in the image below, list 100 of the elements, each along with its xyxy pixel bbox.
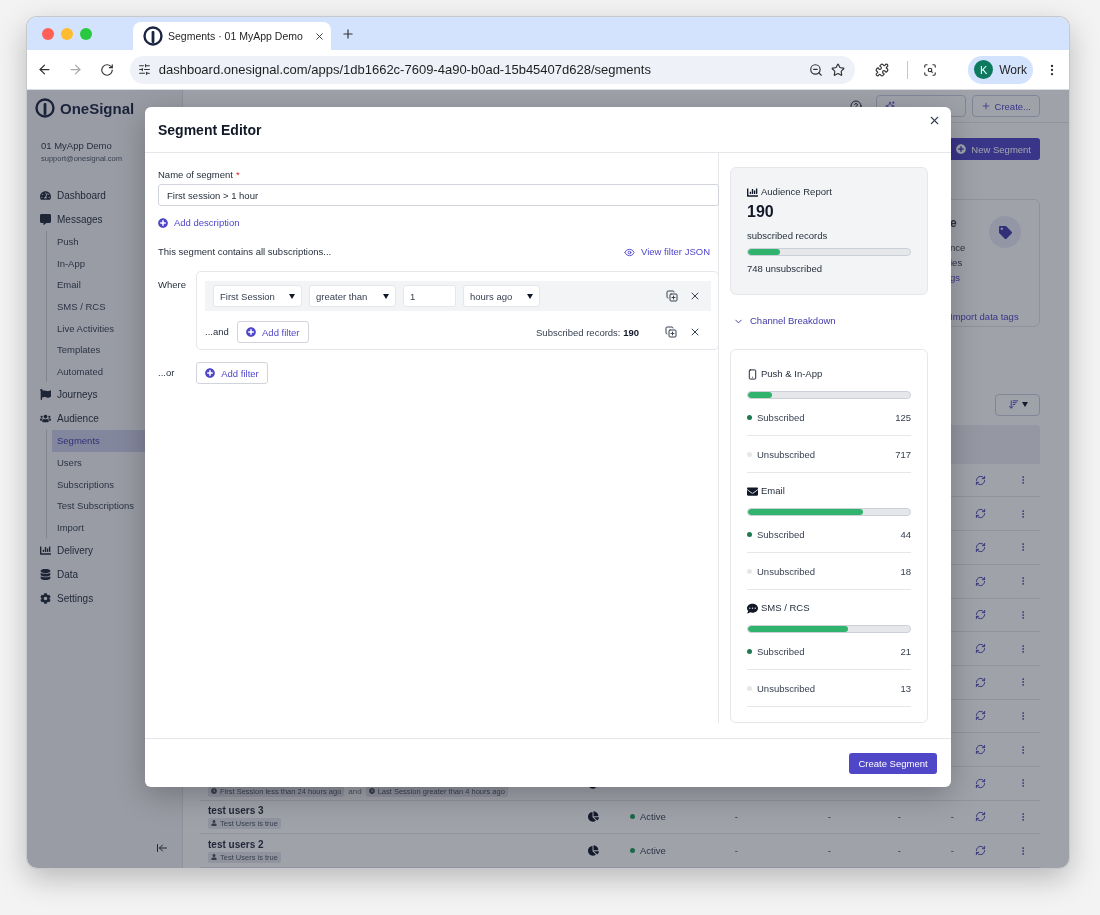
- card-text: e: [950, 216, 958, 232]
- remove-icon[interactable]: [689, 290, 701, 302]
- refresh-icon[interactable]: [974, 643, 986, 655]
- joiner-text: and: [348, 786, 362, 796]
- refresh-icon[interactable]: [974, 744, 986, 756]
- refresh-icon[interactable]: [974, 508, 986, 520]
- total-caption: subscribed records: [747, 229, 829, 243]
- refresh-icon[interactable]: [974, 474, 986, 486]
- channel-breakdown-toggle[interactable]: Channel Breakdown: [730, 314, 928, 328]
- person-icon: [211, 854, 217, 861]
- legend-count: 21: [900, 645, 911, 657]
- view-json-link[interactable]: View filter JSON: [624, 245, 710, 259]
- plus-icon: [980, 101, 991, 112]
- new-tab-icon[interactable]: [341, 26, 355, 41]
- add-description-link[interactable]: Add description: [158, 216, 240, 230]
- channel-name: SMS / RCS: [761, 601, 810, 615]
- close-window-icon[interactable]: [42, 27, 54, 40]
- table-cell-text: -: [949, 845, 954, 857]
- value-field[interactable]: 1: [403, 285, 456, 307]
- operator-select[interactable]: greater than: [309, 285, 396, 307]
- refresh-icon[interactable]: [974, 811, 986, 823]
- duplicate-icon[interactable]: [665, 326, 677, 338]
- bar-chart-icon: [40, 544, 51, 556]
- nav-item[interactable]: Journeys: [27, 382, 182, 407]
- refresh-icon[interactable]: [974, 710, 986, 722]
- table-cell-text: -: [949, 811, 954, 823]
- create-button[interactable]: Create...: [971, 95, 1040, 118]
- duplicate-icon[interactable]: [666, 290, 678, 302]
- profile-button[interactable]: K Work: [968, 55, 1034, 84]
- legend-count: 717: [895, 448, 911, 460]
- subscribed-total: 190: [747, 202, 775, 222]
- zoom-out-icon[interactable]: [809, 62, 824, 77]
- nav-item[interactable]: Delivery: [27, 538, 182, 563]
- card-link[interactable]: gs: [950, 270, 966, 286]
- unit-select[interactable]: hours ago: [463, 285, 540, 307]
- create-segment-button[interactable]: Create Segment: [849, 752, 937, 774]
- report-title: Audience Report: [761, 185, 832, 199]
- clock-icon: [368, 788, 375, 795]
- close-icon[interactable]: [314, 30, 325, 42]
- or-label: ...or: [158, 366, 176, 380]
- nav-item[interactable]: Settings: [27, 586, 182, 611]
- legend-count: 44: [900, 528, 911, 540]
- site-settings-icon[interactable]: [137, 63, 151, 76]
- puzzle-icon[interactable]: [875, 62, 890, 77]
- table-cell-text: -: [896, 845, 901, 857]
- channel-name: Push & In-App: [761, 367, 823, 381]
- browser-tab[interactable]: Segments · 01 MyApp Demo: [133, 22, 331, 50]
- segment-name-field[interactable]: First session > 1 hour: [158, 184, 719, 206]
- logo-icon: [35, 98, 55, 118]
- back-icon[interactable]: [37, 62, 53, 77]
- refresh-icon[interactable]: [974, 676, 986, 688]
- tab-search-icon[interactable]: [923, 62, 938, 77]
- legend-count: 13: [900, 682, 911, 694]
- field-label: Name of segment *: [158, 168, 241, 182]
- add-filter-button[interactable]: Add filter: [196, 362, 268, 384]
- remove-icon[interactable]: [689, 326, 701, 338]
- database-icon: [40, 568, 51, 580]
- unsubscribed-caption: 748 unsubscribed: [747, 262, 823, 276]
- star-icon[interactable]: [831, 62, 846, 77]
- avatar: K: [974, 60, 994, 79]
- close-icon[interactable]: [928, 114, 941, 127]
- property-select[interactable]: First Session: [213, 285, 302, 307]
- legend-count: 125: [895, 411, 911, 423]
- gauge-icon: [40, 189, 51, 201]
- address-bar[interactable]: dashboard.onesignal.com/apps/1db1662c-7609-4a90-b0ad-15b45407d628/segments: [129, 55, 856, 84]
- status-dot: [630, 814, 635, 820]
- reload-icon[interactable]: [99, 62, 114, 77]
- users-icon: [40, 412, 51, 424]
- refresh-icon[interactable]: [974, 777, 986, 789]
- refresh-icon[interactable]: [974, 575, 986, 587]
- chat-bubble-icon: [747, 602, 758, 614]
- channel-name: Email: [761, 484, 785, 498]
- segment-name[interactable]: test users 2: [208, 838, 580, 850]
- logo-icon: [143, 26, 163, 46]
- refresh-icon[interactable]: [974, 845, 986, 857]
- table-cell-text: -: [733, 811, 738, 823]
- add-filter-button[interactable]: Add filter: [236, 321, 309, 343]
- tab-title: Segments · 01 MyApp Demo: [168, 30, 304, 42]
- collapse-sidebar-icon[interactable]: [156, 842, 168, 854]
- where-label: Where: [158, 278, 187, 292]
- legend-label: Subscribed: [757, 528, 805, 540]
- table-cell-text: -: [826, 811, 831, 823]
- forward-icon[interactable]: [68, 62, 84, 77]
- nav-item[interactable]: Data: [27, 562, 182, 587]
- clock-icon: [211, 788, 217, 795]
- person-icon: [211, 820, 217, 827]
- sort-button[interactable]: [995, 393, 1040, 416]
- phone-icon: [747, 368, 758, 380]
- dialog-title: Segment Editor: [158, 122, 262, 138]
- card-text: nce: [950, 241, 966, 256]
- tag-icon: [989, 216, 1021, 249]
- eye-icon: [624, 246, 635, 258]
- chat-bubble-icon: [40, 213, 51, 225]
- nav-item[interactable]: Audience: [27, 406, 182, 431]
- import-tags-link[interactable]: Import data tags: [950, 309, 1039, 325]
- refresh-icon[interactable]: [974, 609, 986, 621]
- segment-name[interactable]: test users 3: [208, 804, 580, 816]
- refresh-icon[interactable]: [974, 541, 986, 553]
- card-text: ies: [950, 256, 964, 271]
- status-text: Active: [640, 811, 666, 823]
